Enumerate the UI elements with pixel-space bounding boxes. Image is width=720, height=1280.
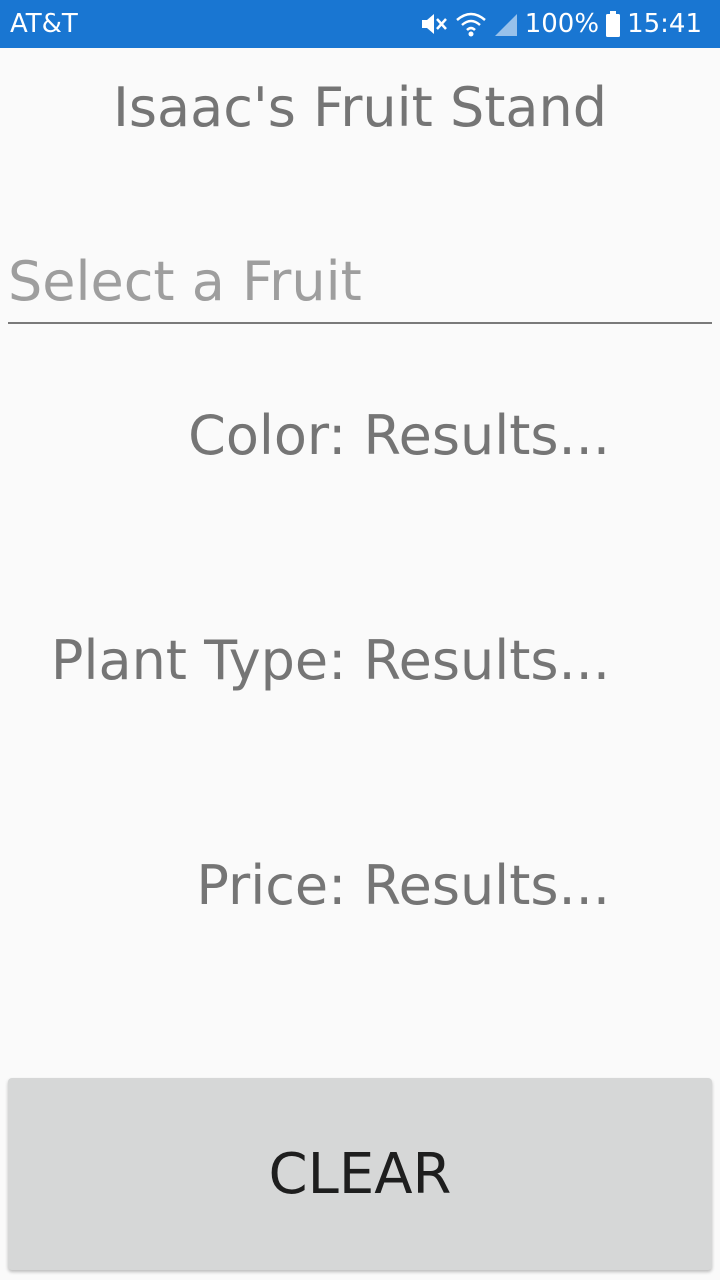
battery-icon (605, 10, 621, 38)
clock: 15:41 (627, 9, 702, 39)
plant-type-result-label: Plant Type: Results... (50, 629, 610, 692)
mute-icon (419, 10, 449, 38)
status-bar: AT&T 100% 15:41 (0, 0, 720, 48)
fruit-picker[interactable]: Select a Fruit (8, 244, 712, 324)
price-result-label: Price: Results... (196, 854, 610, 917)
battery-percent: 100% (524, 9, 600, 39)
clear-button-label: CLEAR (268, 1141, 452, 1207)
fruit-picker-placeholder: Select a Fruit (8, 250, 362, 313)
status-icons: 100% 15:41 (419, 8, 702, 40)
carrier-name: AT&T (10, 9, 78, 39)
color-result-label: Color: Results... (188, 404, 610, 467)
page-title: Isaac's Fruit Stand (112, 76, 607, 139)
signal-icon (493, 10, 519, 38)
clear-button[interactable]: CLEAR (8, 1078, 712, 1270)
wifi-icon (455, 10, 487, 38)
